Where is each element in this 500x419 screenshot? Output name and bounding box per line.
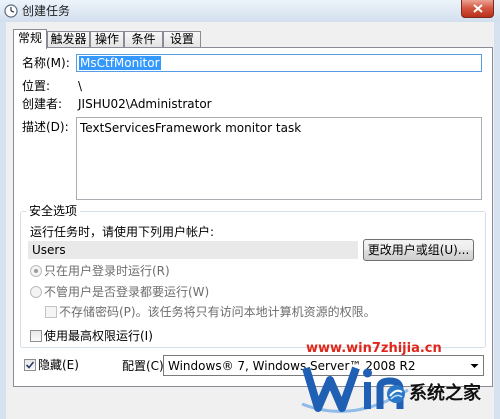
- location-value: \: [78, 79, 83, 93]
- description-label: 描述(D):: [22, 120, 69, 134]
- author-value: JISHU02\Administrator: [78, 97, 212, 111]
- checkmark-icon: [25, 361, 35, 369]
- title-bar[interactable]: [0, 0, 500, 22]
- tab-settings[interactable]: 设置: [163, 31, 201, 48]
- tab-triggers[interactable]: 触发器: [47, 31, 90, 48]
- highest-privileges-checkbox[interactable]: [30, 330, 42, 342]
- configure-label: 配置(C):: [122, 359, 168, 373]
- name-input[interactable]: MsCtfMonitor: [76, 54, 482, 72]
- radio-run-only-logged-on[interactable]: [30, 265, 42, 277]
- close-button[interactable]: [461, 0, 494, 18]
- radio-run-only-logged-on-label[interactable]: 只在用户登录时运行(R): [44, 264, 170, 278]
- security-options-label: 安全选项: [26, 204, 81, 218]
- author-label: 创建者:: [22, 97, 63, 111]
- watermark-url: www.win7zhijia.cn: [306, 341, 442, 356]
- user-account-field: Users: [28, 241, 358, 259]
- tab-conditions[interactable]: 条件: [124, 31, 163, 48]
- tab-actions[interactable]: 操作: [90, 31, 124, 48]
- location-label: 位置:: [22, 79, 51, 93]
- change-user-button[interactable]: 更改用户或组(U)...: [363, 239, 474, 261]
- description-textarea[interactable]: TextServicesFramework monitor task: [76, 117, 482, 200]
- tab-general[interactable]: 常规: [13, 29, 47, 49]
- description-text: TextServicesFramework monitor task: [80, 121, 302, 135]
- radio-run-whether-logged-on-label[interactable]: 不管用户是否登录都要运行(W): [44, 285, 209, 299]
- user-account-value: Users: [32, 243, 66, 257]
- name-label: 名称(M):: [22, 56, 70, 70]
- chevron-down-icon[interactable]: [466, 356, 483, 375]
- no-password-checkbox[interactable]: [45, 306, 57, 318]
- radio-run-whether-logged-on[interactable]: [30, 286, 42, 298]
- highest-privileges-label[interactable]: 使用最高权限运行(I): [44, 329, 153, 343]
- logo-globe-icon: [387, 385, 405, 403]
- window-title: 创建任务: [22, 4, 71, 18]
- clock-icon: [4, 4, 18, 18]
- close-icon: [473, 4, 483, 13]
- hidden-label[interactable]: 隐藏(E): [38, 358, 79, 372]
- hidden-checkbox[interactable]: [24, 359, 36, 371]
- name-input-selected-text: MsCtfMonitor: [79, 56, 161, 70]
- no-password-label[interactable]: 不存储密码(P)。该任务将只有访问本地计算机资源的权限。: [59, 305, 376, 319]
- run-as-prompt: 运行任务时，请使用下列用户帐户:: [30, 225, 215, 239]
- logo-text: 系统之家: [409, 383, 481, 404]
